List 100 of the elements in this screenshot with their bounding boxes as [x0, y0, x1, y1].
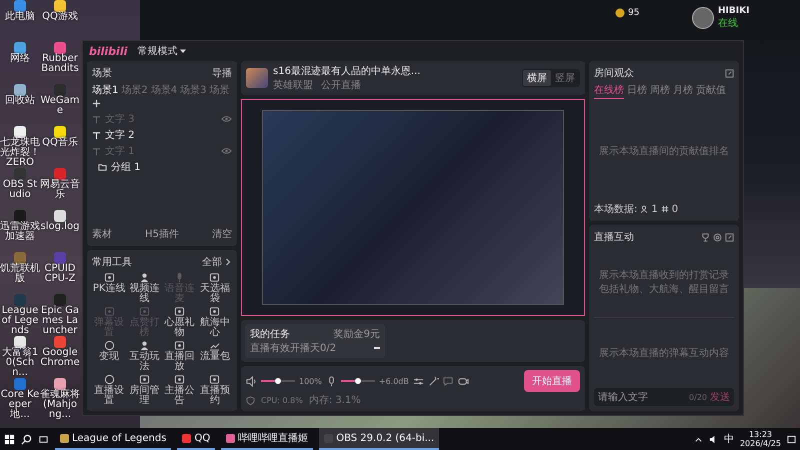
desktop-shortcut[interactable]: 网络	[0, 42, 40, 84]
cover-thumbnail	[246, 68, 268, 88]
source-name: 文字 1	[105, 144, 136, 158]
trophy-icon[interactable]	[701, 232, 710, 242]
settings-icon[interactable]	[713, 232, 722, 242]
tool-button[interactable]: PK连线	[92, 272, 126, 304]
frame-icon	[104, 272, 115, 283]
search-icon[interactable]	[21, 434, 32, 444]
eye-icon[interactable]	[221, 115, 232, 123]
desktop-shortcut[interactable]: WeGame	[40, 84, 80, 126]
tool-button[interactable]: 视频连线	[127, 272, 162, 304]
tool-button[interactable]: 航海中心	[198, 306, 232, 338]
popout-icon[interactable]	[725, 68, 734, 78]
windows-start-icon[interactable]	[4, 434, 15, 444]
tool-button[interactable]: 天选福袋	[198, 272, 232, 304]
desktop-shortcut[interactable]: 七龙珠电光炸裂！ZERO	[0, 126, 40, 168]
source-name: 文字 2	[105, 128, 136, 142]
clock[interactable]: 13:23 2026/4/25	[740, 430, 781, 448]
footer-button[interactable]: 素材	[92, 227, 112, 241]
desktop-shortcut[interactable]: 饥荒联机版	[0, 252, 40, 294]
scene-tab[interactable]: 场景1	[92, 83, 118, 97]
eye-icon[interactable]	[221, 147, 232, 155]
tool-button[interactable]: 主播公告	[162, 374, 197, 406]
notification-icon[interactable]	[787, 434, 796, 444]
desktop-shortcut[interactable]: QQ音乐	[40, 126, 80, 168]
tool-button[interactable]: 直播回放	[162, 340, 197, 372]
orientation-toggle[interactable]: 横屏	[523, 70, 551, 86]
desktop-shortcut[interactable]: slog.log	[40, 210, 80, 252]
source-name: 文字 3	[105, 112, 136, 126]
chat-bubble-icon[interactable]	[442, 376, 454, 386]
source-item[interactable]: 文字 2	[92, 127, 232, 143]
frame-icon	[209, 272, 220, 283]
footer-button[interactable]: 清空	[212, 227, 232, 241]
desktop-shortcut[interactable]: 网易云音乐	[40, 168, 80, 210]
text-icon	[92, 146, 101, 156]
char-counter: 0/20	[689, 392, 707, 402]
ranking-tab[interactable]: 贡献值	[696, 83, 726, 99]
frame-icon	[138, 374, 150, 385]
taskbar-app[interactable]: 哔哩哔哩直播姬	[221, 428, 314, 450]
desktop-shortcut[interactable]: League of Legends	[0, 294, 40, 336]
desktop-shortcut[interactable]: Epic Games Launcher	[40, 294, 80, 336]
caret-icon	[179, 47, 188, 56]
dash-icon	[374, 347, 380, 349]
tool-button[interactable]: 直播预约	[198, 374, 232, 406]
username: HIBIKI	[718, 6, 750, 16]
camera-icon[interactable]	[458, 376, 469, 386]
task-card[interactable]: 我的任务 奖励金9元 直播有效开播天0/2	[245, 324, 385, 358]
frame-icon	[174, 306, 186, 317]
empty-message: 展示本场直播间的贡献值排名	[599, 144, 729, 158]
frame-icon	[104, 306, 115, 317]
ranking-tab[interactable]: 月榜	[673, 83, 693, 99]
show-all-link[interactable]: 全部	[202, 255, 232, 269]
person-icon	[138, 340, 150, 351]
tool-button[interactable]: 变现	[92, 340, 126, 372]
desktop-shortcut[interactable]: OBS Studio	[0, 168, 40, 210]
desktop-shortcut[interactable]: 大富翁10(Schn...	[0, 336, 40, 378]
person-icon	[640, 205, 648, 213]
desktop-shortcut[interactable]: 迅雷游戏加速器	[0, 210, 40, 252]
ranking-tab[interactable]: 日榜	[627, 83, 647, 99]
desktop-shortcut[interactable]: CPUID CPU-Z	[40, 252, 80, 294]
taskbar-app[interactable]: League of Legends	[55, 428, 172, 450]
volume-reading: 100%	[299, 376, 322, 386]
panel-title: 房间观众	[594, 66, 634, 80]
tool-button[interactable]: 互动玩法	[127, 340, 162, 372]
tool-button[interactable]: 流量包	[198, 340, 232, 372]
tool-button[interactable]: 直播设置	[92, 374, 126, 406]
desktop-shortcut[interactable]: 雀魂麻将(Mahjong...	[40, 378, 80, 420]
task-view-icon[interactable]	[38, 434, 49, 444]
tool-button[interactable]: 心愿礼物	[162, 306, 197, 338]
task-requirement: 直播有效开播天0/2	[250, 342, 336, 355]
add-icon[interactable]	[92, 99, 101, 108]
mode-dropdown[interactable]: 常规模式	[137, 44, 188, 58]
desktop-shortcut[interactable]: 回收站	[0, 84, 40, 126]
desktop-shortcut[interactable]: Rubber Bandits	[40, 42, 80, 84]
desktop-shortcut[interactable]: QQ游戏	[40, 0, 80, 42]
speaker-icon[interactable]	[246, 376, 257, 386]
footer-button[interactable]: H5插件	[145, 227, 179, 241]
taskbar-app[interactable]: OBS 29.0.2 (64-bi...	[319, 428, 440, 450]
orientation-toggle[interactable]: 竖屏	[551, 70, 579, 86]
desktop-shortcut[interactable]: Google Chrome	[40, 336, 80, 378]
ranking-tab[interactable]: 在线榜	[594, 83, 624, 99]
stream-category: 英雄联盟	[273, 78, 313, 92]
start-live-button[interactable]: 开始直播	[524, 370, 580, 392]
stream-privacy: 公开直播	[321, 78, 361, 92]
hash-icon	[660, 205, 669, 213]
input-method-indicator[interactable]: 中	[724, 432, 734, 446]
ranking-tab[interactable]: 周榜	[650, 83, 670, 99]
director-button[interactable]: 导播	[212, 66, 232, 80]
frame-icon	[174, 374, 186, 385]
empty-message: 展示本场直播的弹幕互动内容	[599, 346, 729, 360]
popout-icon[interactable]	[725, 232, 734, 242]
desktop-shortcut[interactable]: Core Keeper 地...	[0, 378, 40, 420]
magic-wand-icon[interactable]	[428, 376, 439, 386]
source-item[interactable]: 分组 1	[92, 159, 232, 175]
sliders-icon[interactable]	[412, 376, 424, 386]
desktop-shortcut[interactable]: 此电脑	[0, 0, 40, 42]
circle-icon	[104, 340, 115, 351]
tool-button[interactable]: 房间管理	[127, 374, 162, 406]
taskbar-app[interactable]: QQ	[177, 428, 216, 450]
app-logo: bilibili	[89, 44, 128, 58]
